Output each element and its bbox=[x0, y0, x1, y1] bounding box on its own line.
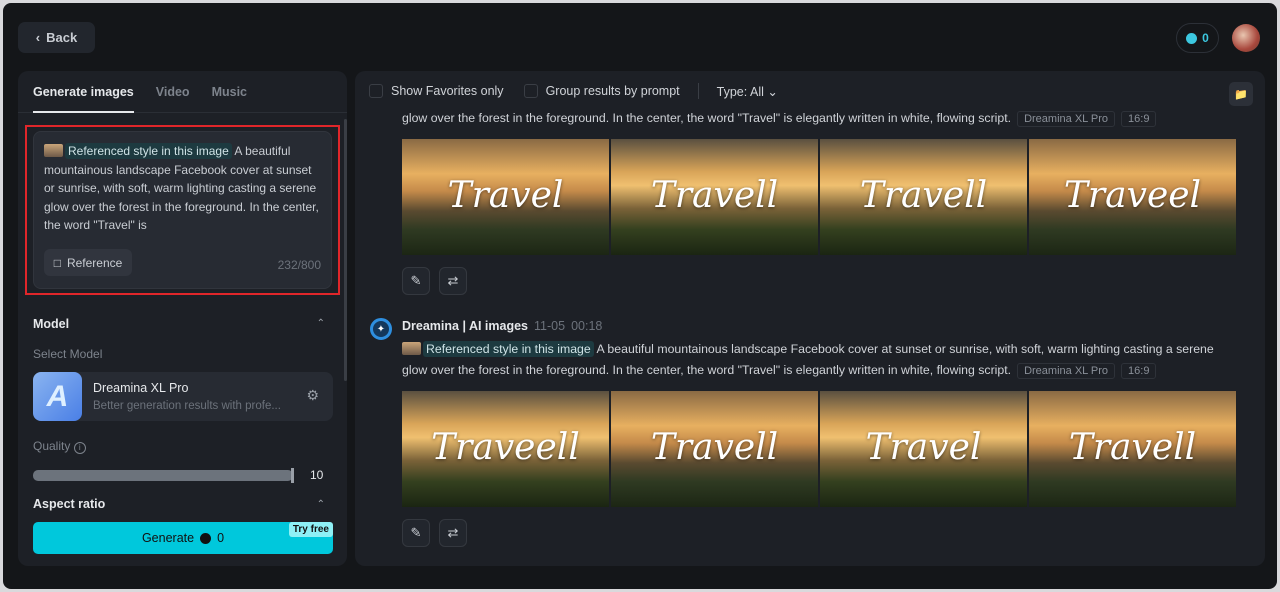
quality-slider[interactable] bbox=[33, 468, 294, 483]
char-count: 232/800 bbox=[277, 258, 321, 272]
reference-chip: Referenced style in this image bbox=[423, 341, 594, 357]
group-label[interactable]: Group results by prompt bbox=[546, 84, 680, 98]
regenerate-button[interactable]: ⇄ bbox=[439, 519, 467, 547]
credits-badge[interactable]: 0 bbox=[1176, 23, 1219, 53]
model-tag: Dreamina XL Pro bbox=[1017, 111, 1116, 127]
result-image[interactable]: Travell bbox=[1029, 391, 1236, 507]
model-heading: Model bbox=[33, 317, 70, 331]
model-tag: Dreamina XL Pro bbox=[1017, 363, 1116, 379]
tab-generate-images[interactable]: Generate images bbox=[33, 71, 134, 113]
avatar[interactable] bbox=[1232, 24, 1260, 52]
prompt-input[interactable]: Referenced style in this image A beautif… bbox=[33, 131, 332, 289]
reference-button[interactable]: □ Reference bbox=[44, 249, 132, 276]
result-image[interactable]: Travel bbox=[820, 391, 1027, 507]
result-prompt: glow over the forest in the foreground. … bbox=[402, 111, 1157, 127]
result-image[interactable]: Traveel bbox=[1029, 139, 1236, 255]
credits-count: 0 bbox=[1202, 31, 1209, 45]
model-selector[interactable]: A Dreamina XL Pro Better generation resu… bbox=[33, 372, 333, 421]
model-name: Dreamina XL Pro bbox=[93, 381, 189, 395]
chevron-up-icon[interactable]: ⌃ bbox=[317, 499, 325, 510]
reference-thumbnail bbox=[44, 144, 63, 157]
favorites-checkbox[interactable] bbox=[369, 84, 383, 98]
reference-thumbnail bbox=[402, 342, 421, 355]
image-add-icon: □ bbox=[53, 255, 61, 270]
credit-icon bbox=[200, 532, 212, 544]
back-button[interactable]: ‹ Back bbox=[18, 22, 95, 53]
model-logo: A bbox=[33, 372, 82, 421]
folder-icon[interactable]: 📁 bbox=[1229, 82, 1253, 106]
chevron-left-icon: ‹ bbox=[35, 30, 41, 45]
generate-label: Generate bbox=[141, 531, 195, 545]
result-prompt-2: glow over the forest in the foreground. … bbox=[402, 363, 1157, 379]
type-dropdown[interactable]: Type: All ⌄ bbox=[717, 84, 778, 99]
regenerate-button[interactable]: ⇄ bbox=[439, 267, 467, 295]
image-grid: Traveell Travell Travel Travell bbox=[402, 391, 1236, 507]
result-image[interactable]: Travell bbox=[611, 139, 818, 255]
settings-sliders-icon[interactable]: ⚙ bbox=[306, 387, 319, 404]
chevron-down-icon: ⌄ bbox=[767, 84, 778, 99]
results-panel: Show Favorites only Group results by pro… bbox=[355, 71, 1265, 566]
chevron-up-icon[interactable]: ⌃ bbox=[317, 318, 325, 329]
try-free-badge: Try free bbox=[288, 522, 333, 537]
quality-value: 10 bbox=[310, 468, 324, 482]
repeat-icon: ⇄ bbox=[447, 525, 459, 540]
result-image[interactable]: Travell bbox=[820, 139, 1027, 255]
result-image[interactable]: Travell bbox=[611, 391, 818, 507]
left-panel: Generate images Video Music Referenced s… bbox=[18, 71, 347, 566]
reference-label: Reference bbox=[66, 255, 123, 270]
group-checkbox[interactable] bbox=[523, 84, 538, 98]
quality-label: Quality i bbox=[33, 439, 86, 454]
ratio-tag: 16:9 bbox=[1121, 111, 1157, 127]
generate-cost: 0 bbox=[217, 531, 225, 545]
model-desc: Better generation results with profe... bbox=[93, 400, 281, 412]
app-window: ‹ Back 0 Generate images Video Music Refe… bbox=[3, 3, 1277, 589]
time: 00:18 bbox=[571, 319, 603, 333]
pencil-icon: ✎ bbox=[410, 273, 422, 288]
result-header: Dreamina | AI images 11-05 00:18 bbox=[402, 319, 602, 333]
result-image[interactable]: Traveell bbox=[402, 391, 609, 507]
result-prompt: Referenced style in this image A beautif… bbox=[402, 341, 1214, 357]
prompt-highlight: Referenced style in this image A beautif… bbox=[25, 125, 340, 295]
tab-video[interactable]: Video bbox=[156, 71, 190, 113]
author: Dreamina | AI images bbox=[402, 319, 529, 333]
edit-button[interactable]: ✎ bbox=[402, 519, 430, 547]
pencil-icon: ✎ bbox=[410, 525, 422, 540]
select-model-label: Select Model bbox=[33, 347, 103, 361]
reference-chip[interactable]: Referenced style in this image bbox=[65, 143, 232, 159]
aspect-ratio-heading: Aspect ratio bbox=[33, 497, 106, 511]
result-image[interactable]: Travel bbox=[402, 139, 609, 255]
dreamina-logo-icon: ✦ bbox=[370, 318, 392, 340]
image-grid: Travel Travell Travell Traveel bbox=[402, 139, 1236, 255]
edit-button[interactable]: ✎ bbox=[402, 267, 430, 295]
date: 11-05 bbox=[534, 319, 566, 333]
scrollbar[interactable] bbox=[344, 119, 347, 381]
repeat-icon: ⇄ bbox=[447, 273, 459, 288]
ratio-tag: 16:9 bbox=[1121, 363, 1157, 379]
back-label: Back bbox=[46, 30, 78, 45]
favorites-label[interactable]: Show Favorites only bbox=[391, 84, 504, 98]
slider-handle[interactable] bbox=[291, 468, 294, 483]
info-icon: i bbox=[73, 442, 86, 454]
credit-icon bbox=[1186, 32, 1198, 44]
tab-music[interactable]: Music bbox=[212, 71, 247, 113]
generate-button[interactable]: Generate 0 Try free bbox=[33, 522, 333, 554]
